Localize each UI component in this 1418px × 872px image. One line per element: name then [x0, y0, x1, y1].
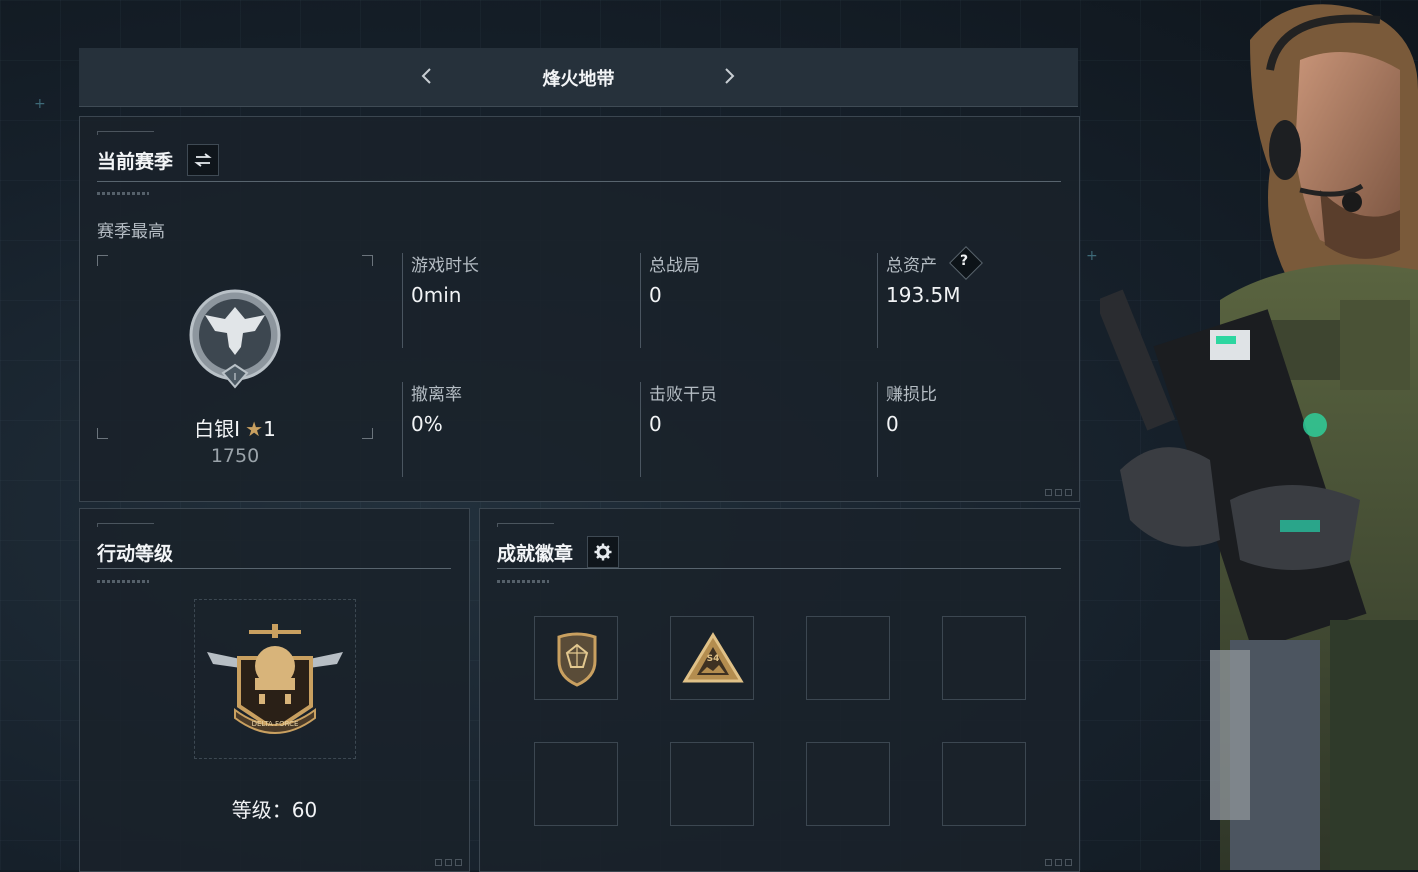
season-switch-button[interactable] — [187, 144, 220, 176]
rank-line: 白银I ★1 — [97, 413, 373, 442]
silver-rank-emblem-icon: I — [189, 289, 281, 389]
level-text: 等级：60 — [231, 798, 318, 822]
frame-corner — [97, 255, 108, 266]
season-best-label: 赛季最高 — [97, 222, 165, 242]
badge-settings-button[interactable] — [587, 536, 620, 568]
stat-value: 0min — [411, 283, 462, 307]
panel-tag-decoration — [497, 523, 554, 527]
panel-corner-dots — [1045, 859, 1072, 866]
stat-label: 击败干员 — [649, 385, 717, 405]
svg-text:I: I — [234, 372, 237, 383]
action-level-header: 行动等级 — [97, 537, 173, 567]
season-panel: 当前赛季 赛季最高 I 白银I ★1 1750 游戏时长 0min 总战局 0 … — [79, 116, 1080, 502]
achievement-badges-panel: 成就徽章 S4 — [479, 508, 1080, 872]
frame-corner — [362, 255, 373, 266]
chevron-right-icon — [725, 68, 735, 84]
rank-name: 白银I — [194, 417, 241, 441]
stat-label: 游戏时长 — [411, 256, 479, 276]
level-emblem-frame: DELTA FORCE — [194, 599, 356, 759]
panel-tag-decoration — [97, 131, 154, 135]
rank-score: 1750 — [210, 445, 260, 467]
header-divider-dash — [497, 580, 549, 583]
stat-value: 0 — [649, 283, 662, 307]
next-mode-button[interactable] — [715, 58, 745, 94]
empty-badge-slot[interactable] — [670, 742, 754, 826]
season-title: 当前赛季 — [97, 150, 174, 173]
help-icon: ? — [960, 253, 969, 269]
header-divider-dash — [97, 580, 149, 583]
stat-value: 0 — [886, 412, 899, 436]
stat-value: 0% — [411, 412, 443, 436]
season-triangle-badge-icon: S4 — [682, 632, 744, 683]
stat-label: 撤离率 — [411, 385, 462, 405]
panel-corner-dots — [1045, 489, 1072, 496]
star-icon: ★ — [245, 417, 264, 441]
header-divider — [97, 568, 451, 569]
empty-badge-slot[interactable] — [534, 742, 618, 826]
empty-badge-slot[interactable] — [806, 742, 890, 826]
stat-value: 0 — [649, 412, 662, 436]
badge-slot[interactable] — [534, 616, 618, 700]
stat-label: 赚损比 — [886, 385, 937, 405]
gear-icon — [594, 543, 612, 561]
swap-icon — [194, 153, 212, 167]
season-panel-header: 当前赛季 — [97, 144, 220, 176]
crystal-shield-badge-icon — [557, 632, 597, 687]
action-level-panel: 行动等级 DELTA FORCE 等级：60 — [79, 508, 470, 872]
badges-title: 成就徽章 — [497, 542, 574, 565]
badges-header: 成就徽章 — [497, 536, 620, 568]
empty-badge-slot[interactable] — [942, 616, 1026, 700]
stat-label: 总资产 — [886, 256, 937, 276]
mode-selector-bar: 烽火地带 — [79, 48, 1078, 107]
rank-stars: 1 — [263, 417, 276, 441]
header-divider-dash — [97, 192, 149, 195]
stat-operators-defeated: 击败干员 0 — [640, 382, 870, 477]
stat-total-assets: 总资产 ? 193.5M — [877, 246, 1107, 348]
stat-label: 总战局 — [649, 256, 700, 276]
stat-extraction-rate: 撤离率 0% — [402, 382, 632, 477]
panel-tag-decoration — [97, 523, 154, 527]
badge-text: S4 — [707, 654, 720, 664]
rank-frame: I 白银I ★1 — [97, 255, 373, 442]
badge-slot[interactable]: S4 — [670, 616, 754, 700]
header-divider — [497, 568, 1061, 569]
mode-title: 烽火地带 — [542, 69, 615, 90]
stat-total-matches: 总战局 0 — [640, 253, 870, 348]
helicopter-level-emblem-icon: DELTA FORCE — [207, 624, 343, 734]
emblem-text: DELTA FORCE — [252, 720, 299, 728]
stat-profit-ratio: 赚损比 0 — [877, 382, 1107, 477]
crosshair-decoration: + — [34, 96, 46, 112]
stat-value: 193.5M — [886, 283, 961, 307]
empty-badge-slot[interactable] — [942, 742, 1026, 826]
action-level-title: 行动等级 — [97, 542, 174, 565]
operator-character-portrait — [1100, 4, 1418, 870]
header-divider — [97, 181, 1061, 182]
panel-corner-dots — [435, 859, 462, 866]
empty-badge-slot[interactable] — [806, 616, 890, 700]
stat-playtime: 游戏时长 0min — [402, 253, 632, 348]
